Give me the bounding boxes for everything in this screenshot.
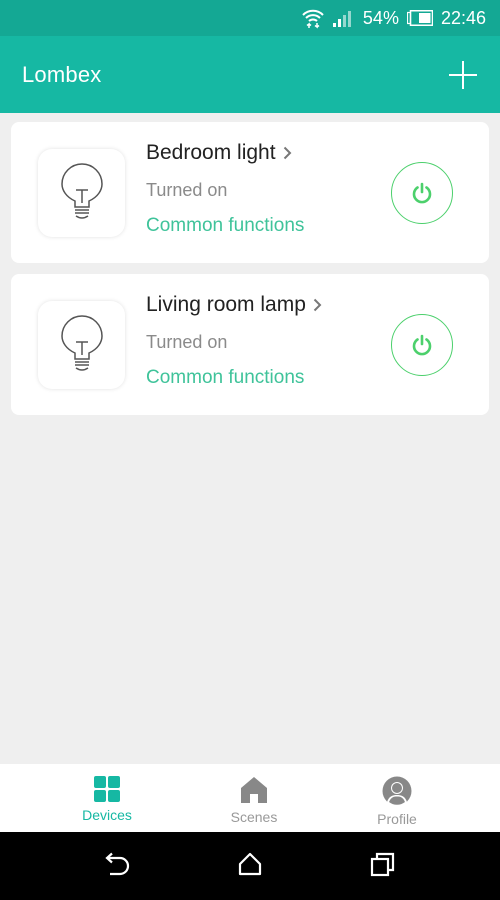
signal-icon — [332, 9, 355, 27]
device-name: Bedroom light — [146, 141, 276, 164]
chevron-right-icon — [313, 298, 322, 312]
grid-icon — [94, 776, 120, 802]
lightbulb-icon — [60, 163, 103, 219]
system-home-button[interactable] — [238, 852, 262, 881]
power-toggle-button[interactable] — [391, 314, 453, 376]
app-title: Lombex — [22, 61, 102, 87]
clock: 22:46 — [440, 7, 486, 28]
home-outline-icon — [238, 852, 262, 876]
device-card[interactable]: Bedroom light Turned on Common functions — [11, 122, 489, 263]
tab-devices[interactable]: Devices — [0, 764, 214, 832]
power-icon — [412, 182, 432, 204]
wifi-icon — [301, 7, 325, 29]
home-icon — [241, 777, 267, 803]
power-icon — [412, 334, 432, 356]
device-card[interactable]: Living room lamp Turned on Common functi… — [11, 274, 489, 415]
back-icon — [105, 852, 130, 876]
device-name-link[interactable]: Living room lamp — [146, 293, 322, 317]
common-functions-link[interactable]: Common functions — [146, 367, 304, 389]
app-bar: Lombex — [0, 36, 500, 113]
status-bar: 54% 22:46 — [0, 0, 500, 36]
device-name: Living room lamp — [146, 293, 306, 316]
battery-icon — [406, 10, 433, 26]
battery-percent: 54% — [362, 7, 399, 28]
power-toggle-button[interactable] — [391, 162, 453, 224]
recents-icon — [370, 852, 395, 877]
tab-label: Scenes — [230, 809, 278, 825]
add-device-button[interactable] — [448, 60, 478, 90]
device-icon-box — [38, 149, 125, 237]
tab-label: Devices — [82, 807, 132, 823]
user-icon — [382, 776, 412, 806]
device-name-link[interactable]: Bedroom light — [146, 141, 292, 165]
system-nav-bar — [0, 832, 500, 900]
device-list: Bedroom light Turned on Common functions — [11, 122, 489, 426]
bottom-nav: Devices Scenes Profile — [0, 764, 500, 832]
tab-label: Profile — [377, 811, 417, 827]
system-back-button[interactable] — [104, 852, 130, 883]
device-status: Turned on — [146, 332, 228, 352]
system-recents-button[interactable] — [370, 852, 396, 883]
chevron-right-icon — [283, 146, 292, 160]
lightbulb-icon — [60, 315, 103, 371]
tab-scenes[interactable]: Scenes — [214, 764, 294, 832]
device-icon-box — [38, 301, 125, 389]
device-status: Turned on — [146, 180, 228, 200]
common-functions-link[interactable]: Common functions — [146, 215, 304, 237]
tab-profile[interactable]: Profile — [294, 764, 500, 832]
